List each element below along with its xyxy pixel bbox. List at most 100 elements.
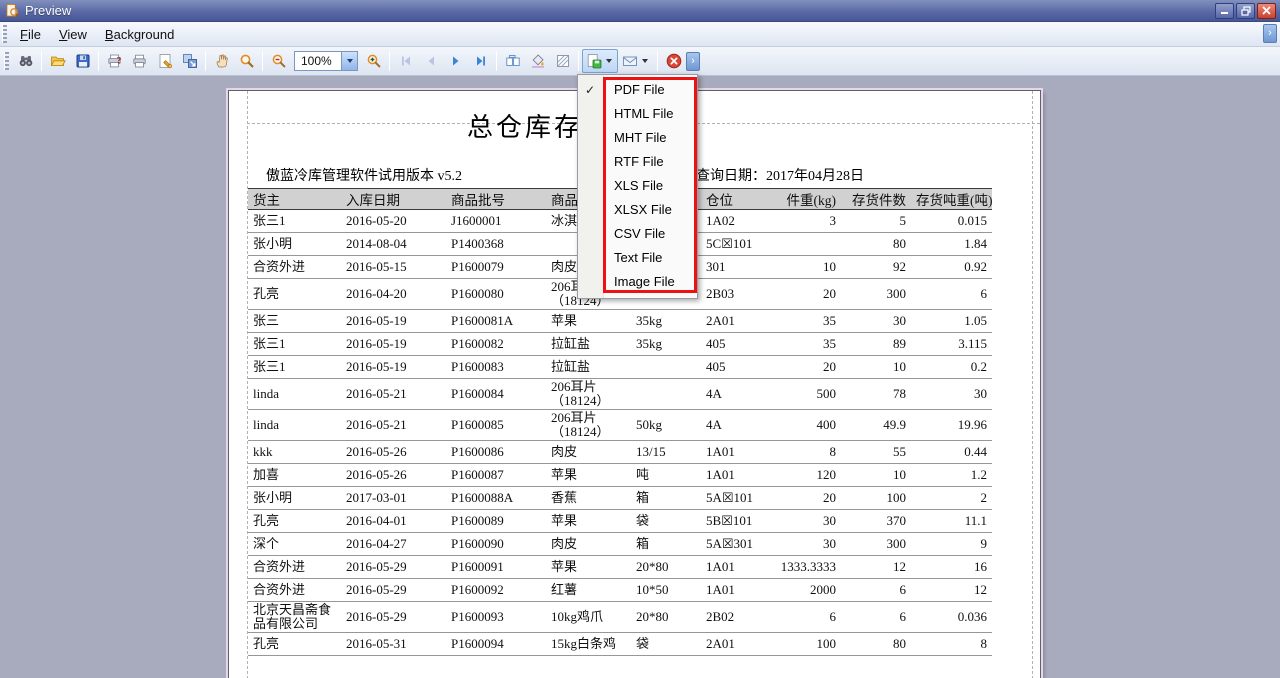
previous-page-button[interactable] [418, 49, 443, 73]
menu-item-view[interactable]: View [50, 24, 96, 45]
scale-button[interactable] [177, 49, 202, 73]
multiple-pages-button[interactable] [500, 49, 525, 73]
first-page-button[interactable] [393, 49, 418, 73]
close-window-button[interactable] [1257, 3, 1276, 19]
scale-icon [182, 53, 198, 69]
table-cell: 5 [841, 210, 911, 233]
table-cell: 2016-04-20 [341, 279, 446, 310]
app-icon [5, 3, 20, 18]
toolbar-grip[interactable] [4, 52, 9, 70]
menu-item-background[interactable]: Background [96, 24, 183, 45]
export-menu-item-rtf-file[interactable]: RTF File [578, 150, 697, 174]
table-cell: 1333.3333 [771, 556, 841, 579]
table-cell: 80 [841, 233, 911, 256]
export-menu-item-mht-file[interactable]: MHT File [578, 126, 697, 150]
table-cell: 12 [841, 556, 911, 579]
table-cell: 1A01 [701, 464, 771, 487]
menubar-overflow-chevron[interactable]: › [1263, 24, 1277, 43]
table-cell: 10*50 [631, 579, 701, 602]
save-button[interactable] [70, 49, 95, 73]
table-cell: 张三 [248, 310, 341, 333]
export-menu-item-xls-file[interactable]: XLS File [578, 174, 697, 198]
table-cell: 2016-05-19 [341, 333, 446, 356]
table-cell: 2016-05-31 [341, 633, 446, 656]
table-cell: 10 [771, 256, 841, 279]
zoom-combo [294, 51, 358, 71]
table-cell: 苹果 [546, 556, 631, 579]
toolbar-overflow-chevron[interactable]: › [686, 52, 700, 71]
table-cell: 张三1 [248, 356, 341, 379]
table-cell: 405 [701, 356, 771, 379]
export-menu-item-csv-file[interactable]: CSV File [578, 222, 697, 246]
table-cell: 袋 [631, 510, 701, 533]
export-document-button[interactable] [582, 49, 618, 73]
zoom-out-button[interactable] [266, 49, 291, 73]
toolbar-separator [41, 51, 42, 71]
quick-print-button[interactable] [127, 49, 152, 73]
magnifier-tool-button[interactable] [234, 49, 259, 73]
export-menu-item-xlsx-file[interactable]: XLSX File [578, 198, 697, 222]
close-preview-button[interactable] [661, 49, 686, 73]
table-cell: 红薯 [546, 579, 631, 602]
table-cell: 2016-05-29 [341, 556, 446, 579]
table-cell: 30 [771, 510, 841, 533]
last-page-button[interactable] [468, 49, 493, 73]
page-color-button[interactable] [525, 49, 550, 73]
table-cell: 张小明 [248, 487, 341, 510]
page-setup-button[interactable] [152, 49, 177, 73]
menubar-grip[interactable] [2, 25, 7, 43]
table-cell: 1.2 [911, 464, 992, 487]
send-email-button[interactable] [618, 49, 654, 73]
restore-button[interactable] [1236, 3, 1255, 19]
export-menu-item-html-file[interactable]: HTML File [578, 102, 697, 126]
export-menu-item-image-file[interactable]: Image File [578, 270, 697, 294]
open-button[interactable] [45, 49, 70, 73]
table-cell: 35kg [631, 310, 701, 333]
previous-page-icon [423, 53, 439, 69]
table-cell: 肉皮 [546, 533, 631, 556]
table-cell: 9 [911, 533, 992, 556]
export-menu-list: ✓PDF File HTML File MHT File RTF File XLS Fi… [578, 78, 697, 294]
table-cell: 6 [841, 602, 911, 633]
watermark-button[interactable] [550, 49, 575, 73]
export-menu-item-label: RTF File [614, 154, 664, 169]
window-title: Preview [25, 3, 1215, 18]
print-dialog-button[interactable]: ? [102, 49, 127, 73]
table-cell: 2A01 [701, 310, 771, 333]
minimize-button[interactable] [1215, 3, 1234, 19]
table-row: 加喜2016-05-26P1600087苹果吨1A01120101.2 [248, 464, 992, 487]
save-disk-icon [75, 53, 91, 69]
header-cell: 仓位 [701, 189, 771, 210]
export-menu-item-label: XLSX File [614, 202, 672, 217]
table-cell: P1600080 [446, 279, 546, 310]
table-cell: 2016-05-21 [341, 410, 446, 441]
hand-tool-button[interactable] [209, 49, 234, 73]
zoom-input[interactable] [295, 52, 341, 70]
menu-item-file[interactable]: File [11, 24, 50, 45]
export-menu-item-pdf-file[interactable]: ✓PDF File [578, 78, 697, 102]
zoom-combo-dropdown-button[interactable] [341, 52, 357, 70]
next-page-button[interactable] [443, 49, 468, 73]
table-cell: 100 [771, 633, 841, 656]
table-cell: 19.96 [911, 410, 992, 441]
search-button[interactable] [13, 49, 38, 73]
export-menu-item-label: Image File [614, 274, 675, 289]
table-cell: 香蕉 [546, 487, 631, 510]
report-title: 总仓库存 [467, 107, 583, 144]
table-cell: 1.84 [911, 233, 992, 256]
zoom-in-button[interactable] [361, 49, 386, 73]
table-cell: 0.015 [911, 210, 992, 233]
export-menu-item-label: HTML File [614, 106, 673, 121]
table-cell: 10 [841, 464, 911, 487]
menu-bar-items: FileViewBackground [11, 24, 183, 45]
query-date-label: 查询日期：2017年04月28日 [696, 165, 864, 185]
table-cell: 2016-04-01 [341, 510, 446, 533]
table-cell: 206耳片 （18124） [546, 379, 631, 410]
stop-icon [666, 53, 682, 69]
table-cell: 301 [701, 256, 771, 279]
table-row: linda2016-05-21P1600084206耳片 （18124）4A50… [248, 379, 992, 410]
table-cell: 20 [771, 356, 841, 379]
table-cell: 3 [771, 210, 841, 233]
table-cell: 拉缸盐 [546, 356, 631, 379]
export-menu-item-text-file[interactable]: Text File [578, 246, 697, 270]
